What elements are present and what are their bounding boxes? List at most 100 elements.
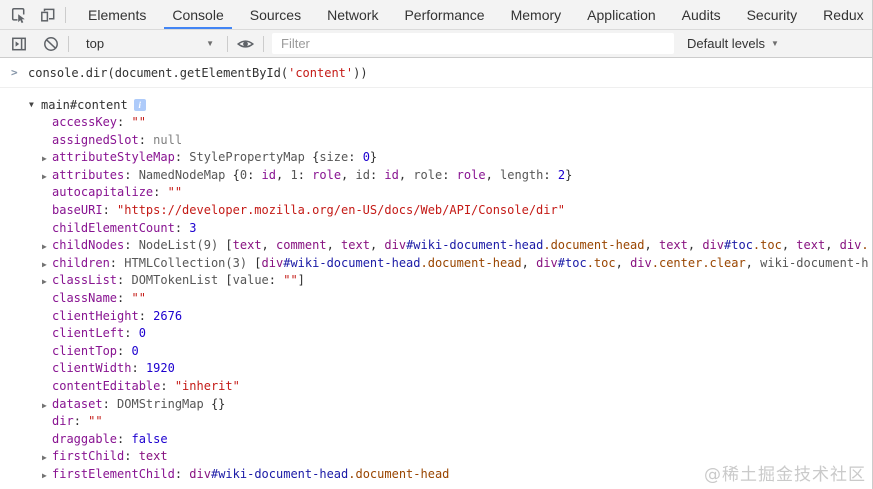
token: :: [543, 167, 558, 182]
tree-row: ▶ childNodes: NodeList(9) [text, comment,…: [0, 237, 872, 255]
token: :: [124, 326, 139, 341]
token: assignedSlot: [52, 132, 139, 147]
tree-row: assignedSlot: null: [0, 132, 872, 150]
devtools-tab-bar: Elements Console Sources Network Performance…: [0, 0, 872, 30]
token: .document-head: [543, 238, 645, 253]
token: :: [160, 378, 175, 393]
token: accessKey: [52, 115, 118, 129]
tab-memory[interactable]: Memory: [498, 0, 575, 29]
token: text: [138, 449, 168, 464]
token: 1920: [145, 361, 175, 376]
token: clientTop: [52, 343, 118, 358]
token: }: [565, 167, 573, 182]
expand-arrow-icon[interactable]: ▶: [42, 449, 47, 466]
expand-arrow-icon[interactable]: ▶: [42, 397, 47, 414]
tree-row: clientHeight: 2676: [0, 308, 872, 326]
tab-network[interactable]: Network: [314, 0, 391, 29]
token: "": [131, 290, 146, 305]
token: :: [268, 273, 284, 288]
expand-arrow-icon[interactable]: ▶: [42, 256, 47, 273]
token: size: [319, 150, 349, 165]
tree-row: ▶ dataset: DOMStringMap {}: [0, 396, 872, 414]
console-sidebar-button[interactable]: [4, 35, 33, 53]
log-levels-value: Default levels: [687, 36, 766, 51]
toolbar-divider: [227, 35, 228, 52]
filter-input[interactable]: [272, 33, 674, 54]
create-live-expression-button[interactable]: [231, 35, 260, 53]
token: {: [225, 167, 240, 182]
token: "": [283, 273, 298, 288]
token: :: [174, 466, 190, 481]
console-command-row[interactable]: > console.dir(document.getElementById('c…: [0, 58, 872, 88]
tab-sources[interactable]: Sources: [237, 0, 314, 29]
tab-application[interactable]: Application: [574, 0, 669, 29]
token: :: [117, 343, 132, 358]
device-toolbar-icon: [40, 8, 54, 22]
tab-elements[interactable]: Elements: [75, 0, 159, 29]
token: ,: [825, 238, 840, 253]
token: .toc: [586, 255, 616, 270]
tab-security[interactable]: Security: [734, 0, 811, 29]
tree-row: contentEditable: "inherit": [0, 378, 872, 396]
token: div: [261, 255, 284, 270]
tree-row: clientWidth: 1920: [0, 360, 872, 378]
token: #toc: [724, 238, 753, 253]
log-levels-selector[interactable]: Default levels ▼: [687, 36, 779, 51]
clear-console-icon: [43, 36, 58, 51]
token: .: [861, 238, 869, 253]
collapse-arrow-icon[interactable]: ▼: [29, 96, 34, 114]
token: dataset: [52, 396, 103, 411]
inspect-element-button[interactable]: [4, 0, 33, 29]
token: :: [102, 396, 118, 411]
object-tree: accessKey: "" assignedSlot: null ▶ attribut…: [0, 114, 872, 483]
tab-redux[interactable]: Redux: [810, 0, 872, 29]
token: DOMStringMap: [117, 396, 204, 411]
expand-arrow-icon[interactable]: ▶: [42, 273, 47, 290]
expand-arrow-icon[interactable]: ▶: [42, 467, 47, 484]
token: ,: [326, 238, 342, 253]
token: text: [232, 238, 262, 253]
token: "": [167, 185, 183, 200]
token: autocapitalize: [52, 185, 154, 200]
tab-strip: Elements Console Sources Network Performance…: [75, 0, 872, 29]
token: div: [839, 238, 862, 253]
token: firstElementChild: [52, 466, 175, 481]
tab-console[interactable]: Console: [159, 0, 236, 29]
tab-audits[interactable]: Audits: [669, 0, 734, 29]
token: div: [630, 255, 652, 270]
token: div: [189, 466, 211, 481]
expand-arrow-icon[interactable]: ▶: [42, 238, 47, 255]
token: ,: [521, 255, 537, 270]
token: :: [124, 167, 139, 182]
token: wiki-document-h: [760, 255, 869, 270]
execution-context-selector[interactable]: top ▼: [72, 36, 224, 51]
token: clientHeight: [52, 308, 139, 323]
token: children: [52, 255, 110, 270]
tab-performance[interactable]: Performance: [391, 0, 497, 29]
expand-arrow-icon[interactable]: ▶: [42, 168, 47, 185]
tree-row: ▶ firstChild: text: [0, 448, 872, 466]
console-command-text: console.dir(document.getElementById('con…: [28, 66, 368, 80]
token: "inherit": [174, 378, 240, 393]
token: contentEditable: [52, 378, 161, 393]
tree-row: clientTop: 0: [0, 343, 872, 361]
expand-arrow-icon[interactable]: ▶: [42, 150, 47, 167]
token: "": [131, 115, 146, 129]
token: {}: [203, 396, 226, 411]
command-prompt-icon: >: [11, 66, 18, 79]
token: 'content': [288, 65, 354, 80]
console-result: ▼ main#content i accessKey: "" assignedSlot…: [0, 88, 872, 483]
tree-row: ▶ attributeStyleMap: StylePropertyMap {si…: [0, 149, 872, 167]
token: 0: [239, 167, 248, 182]
token: :: [124, 449, 139, 464]
tree-row: childElementCount: 3: [0, 220, 872, 238]
token: .toc: [752, 238, 782, 253]
token: [: [218, 238, 233, 253]
token: :: [442, 167, 457, 182]
clear-console-button[interactable]: [36, 35, 65, 53]
live-expression-eye-icon: [236, 39, 255, 48]
info-badge: i: [133, 99, 146, 111]
token: 0: [362, 150, 370, 165]
toggle-device-toolbar-button[interactable]: [33, 0, 62, 29]
toolbar-divider: [65, 6, 66, 23]
